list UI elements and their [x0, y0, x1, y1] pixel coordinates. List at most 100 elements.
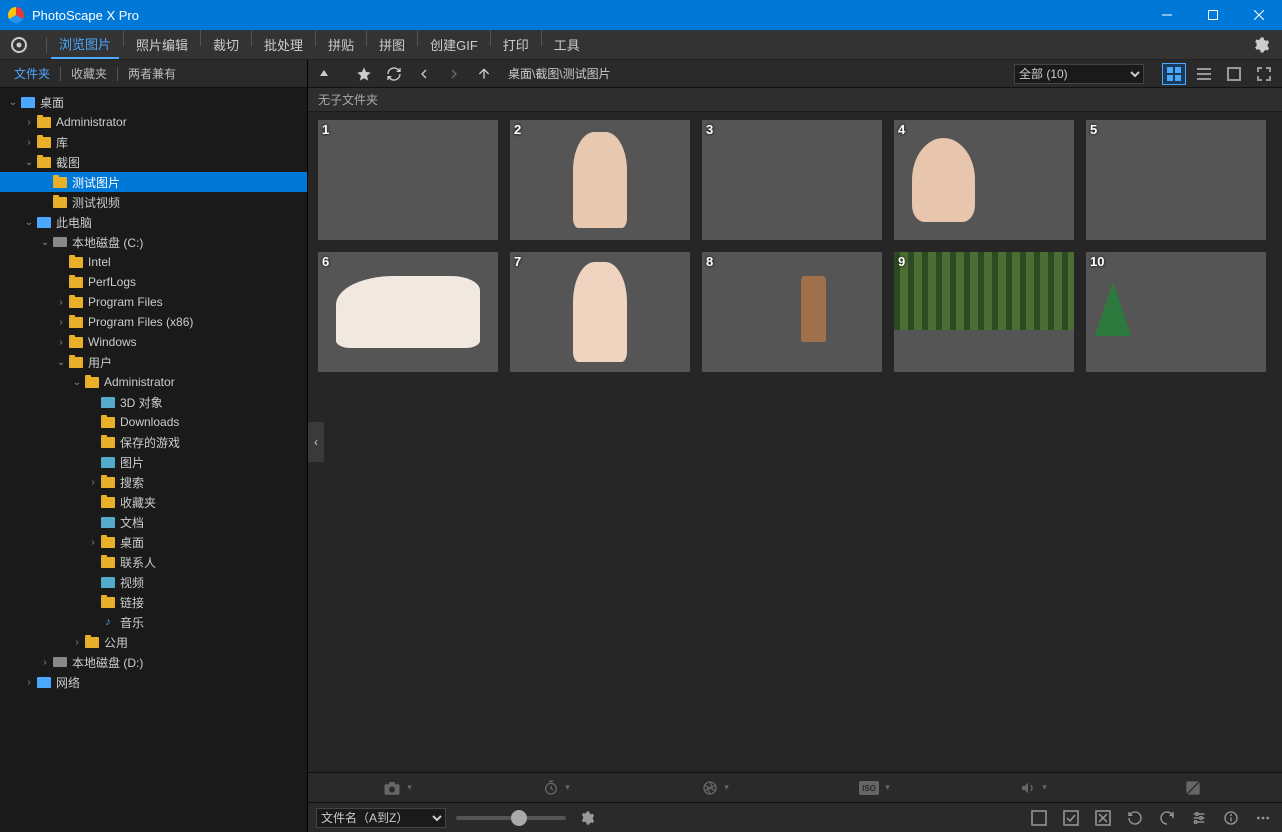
tree-item[interactable]: 保存的游戏	[0, 432, 307, 452]
forward-button[interactable]	[442, 64, 466, 84]
tree-item[interactable]: ⌄Administrator	[0, 372, 307, 392]
tree-item[interactable]: ›库	[0, 132, 307, 152]
aperture-tool[interactable]: ▾	[636, 773, 795, 802]
close-button[interactable]	[1236, 0, 1282, 30]
expand-arrow-icon[interactable]: ›	[54, 297, 68, 308]
up-toggle-button[interactable]	[314, 66, 334, 82]
thumbnail[interactable]: 3	[702, 120, 882, 240]
rotate-left-icon[interactable]	[1124, 807, 1146, 829]
more-icon[interactable]	[1252, 807, 1274, 829]
thumbnail[interactable]: 4	[894, 120, 1074, 240]
menu-item-5[interactable]: 拼图	[371, 30, 413, 59]
tree-item[interactable]: 3D 对象	[0, 392, 307, 412]
tree-item[interactable]: ›公用	[0, 632, 307, 652]
sidebar-tab-0[interactable]: 文件夹	[4, 60, 60, 87]
menu-item-3[interactable]: 批处理	[256, 30, 311, 59]
select-none-icon[interactable]	[1028, 807, 1050, 829]
sort-select[interactable]: 文件名（A到Z）	[316, 808, 446, 828]
expand-arrow-icon[interactable]: ›	[70, 637, 84, 648]
rotate-right-icon[interactable]	[1156, 807, 1178, 829]
slider-settings-button[interactable]	[576, 807, 598, 829]
audio-tool[interactable]: ▾	[954, 773, 1113, 802]
tree-item[interactable]: ›网络	[0, 672, 307, 692]
tree-item[interactable]: ♪音乐	[0, 612, 307, 632]
expand-arrow-icon[interactable]: ›	[22, 137, 36, 148]
expand-arrow-icon[interactable]: ›	[38, 657, 52, 668]
view-list-button[interactable]	[1192, 63, 1216, 85]
favorite-button[interactable]	[352, 64, 376, 84]
thumbnail[interactable]: 1	[318, 120, 498, 240]
thumbnail[interactable]: 2	[510, 120, 690, 240]
tree-item[interactable]: ›Program Files (x86)	[0, 312, 307, 332]
expand-arrow-icon[interactable]: ›	[86, 477, 100, 488]
tree-item[interactable]: ›桌面	[0, 532, 307, 552]
tree-item[interactable]: 视频	[0, 572, 307, 592]
thumbnail[interactable]: 7	[510, 252, 690, 372]
thumbnail[interactable]: 5	[1086, 120, 1266, 240]
menu-item-7[interactable]: 打印	[495, 30, 537, 59]
collapse-sidebar-handle[interactable]: ‹	[308, 422, 324, 462]
camera-tool[interactable]: ▾	[318, 773, 477, 802]
delete-icon[interactable]	[1092, 807, 1114, 829]
tree-item[interactable]: 图片	[0, 452, 307, 472]
minimize-button[interactable]	[1144, 0, 1190, 30]
tree-item[interactable]: PerfLogs	[0, 272, 307, 292]
info-icon[interactable]	[1220, 807, 1242, 829]
menu-item-0[interactable]: 浏览图片	[51, 30, 119, 59]
menu-item-4[interactable]: 拼贴	[320, 30, 362, 59]
timer-tool[interactable]: ▾	[477, 773, 636, 802]
expand-arrow-icon[interactable]: ⌄	[22, 157, 36, 168]
expand-arrow-icon[interactable]: ⌄	[70, 377, 84, 388]
thumbnail[interactable]: 10	[1086, 252, 1266, 372]
zoom-slider[interactable]	[456, 816, 566, 820]
expand-arrow-icon[interactable]: ⌄	[38, 237, 52, 248]
exposure-tool[interactable]	[1113, 773, 1272, 802]
expand-arrow-icon[interactable]: ›	[54, 337, 68, 348]
view-single-button[interactable]	[1222, 63, 1246, 85]
breadcrumb[interactable]: 桌面\截图\测试图片	[508, 65, 611, 82]
thumbnail[interactable]: 9	[894, 252, 1074, 372]
expand-arrow-icon[interactable]: ›	[86, 537, 100, 548]
thumbnail-area[interactable]: 12345 678910 ‹	[308, 112, 1282, 772]
menu-item-1[interactable]: 照片编辑	[128, 30, 196, 59]
tree-item[interactable]: ›Administrator	[0, 112, 307, 132]
thumbnail[interactable]: 8	[702, 252, 882, 372]
tree-item[interactable]: ⌄此电脑	[0, 212, 307, 232]
tree-item[interactable]: ›本地磁盘 (D:)	[0, 652, 307, 672]
tree-item[interactable]: ⌄用户	[0, 352, 307, 372]
sidebar-tab-1[interactable]: 收藏夹	[61, 60, 117, 87]
settings-button[interactable]	[1248, 36, 1274, 54]
filter-select[interactable]: 全部 (10)	[1014, 64, 1144, 84]
expand-arrow-icon[interactable]: ›	[22, 677, 36, 688]
menu-item-2[interactable]: 裁切	[205, 30, 247, 59]
expand-arrow-icon[interactable]: ⌄	[22, 217, 36, 228]
thumbnail[interactable]: 6	[318, 252, 498, 372]
tree-item[interactable]: Downloads	[0, 412, 307, 432]
tree-item[interactable]: ›Windows	[0, 332, 307, 352]
expand-arrow-icon[interactable]: ⌄	[6, 97, 20, 108]
adjust-icon[interactable]	[1188, 807, 1210, 829]
tree-item[interactable]: 链接	[0, 592, 307, 612]
back-button[interactable]	[412, 64, 436, 84]
refresh-button[interactable]	[382, 64, 406, 84]
folder-tree[interactable]: ⌄桌面›Administrator›库⌄截图测试图片测试视频⌄此电脑⌄本地磁盘 …	[0, 88, 307, 832]
tree-item[interactable]: 文档	[0, 512, 307, 532]
tree-item[interactable]: 联系人	[0, 552, 307, 572]
sidebar-tab-2[interactable]: 两者兼有	[118, 60, 186, 87]
maximize-button[interactable]	[1190, 0, 1236, 30]
up-folder-button[interactable]	[472, 64, 496, 84]
select-all-icon[interactable]	[1060, 807, 1082, 829]
tree-item[interactable]: ⌄截图	[0, 152, 307, 172]
fullscreen-button[interactable]	[1252, 63, 1276, 85]
iso-tool[interactable]: ISO▾	[795, 773, 954, 802]
menu-item-6[interactable]: 创建GIF	[422, 30, 486, 59]
tree-item[interactable]: 收藏夹	[0, 492, 307, 512]
app-home-icon[interactable]	[8, 34, 30, 56]
tree-item[interactable]: 测试图片	[0, 172, 307, 192]
menu-item-8[interactable]: 工具	[546, 30, 588, 59]
tree-item[interactable]: 测试视频	[0, 192, 307, 212]
expand-arrow-icon[interactable]: ›	[22, 117, 36, 128]
view-grid-button[interactable]	[1162, 63, 1186, 85]
tree-item[interactable]: ⌄本地磁盘 (C:)	[0, 232, 307, 252]
expand-arrow-icon[interactable]: ⌄	[54, 357, 68, 368]
